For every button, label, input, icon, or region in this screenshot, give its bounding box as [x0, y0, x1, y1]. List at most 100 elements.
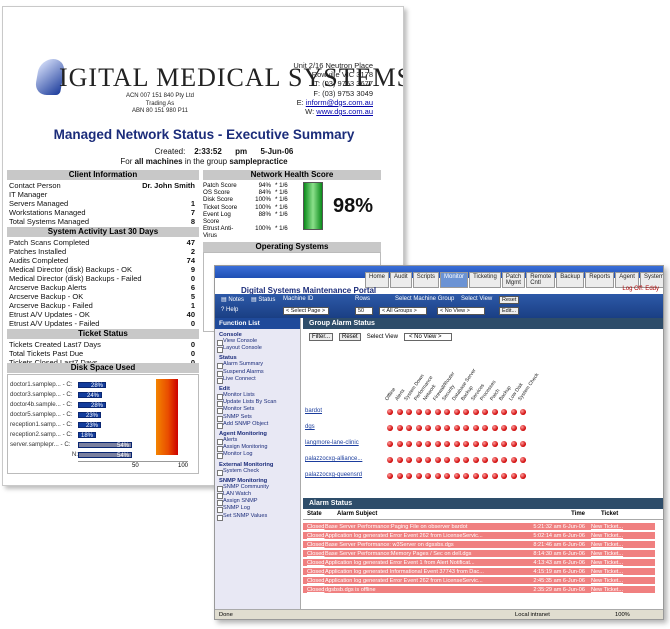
alarm-dot-icon[interactable]: [396, 441, 403, 447]
alarm-dot-icon[interactable]: [491, 425, 498, 431]
nav-tab-scripts[interactable]: Scripts: [412, 272, 440, 288]
alarm-dot-icon[interactable]: [453, 425, 460, 431]
function-item[interactable]: Monitor Log: [215, 451, 300, 460]
rows-dropdown[interactable]: 50: [355, 307, 373, 315]
new-ticket-link[interactable]: New Ticket...: [585, 559, 645, 566]
alarm-row[interactable]: Closed Base Server Performance: w3Server …: [303, 541, 655, 549]
alarm-dot-icon[interactable]: [387, 441, 393, 447]
alarm-dot-icon[interactable]: [425, 425, 431, 431]
alarm-dot-icon[interactable]: [453, 441, 460, 447]
machine-group-dropdown[interactable]: < All Groups >: [379, 307, 427, 315]
function-item[interactable]: Alerts: [215, 437, 300, 446]
alarm-dot-icon[interactable]: [415, 457, 422, 463]
function-item[interactable]: Alarm Summary: [215, 361, 300, 370]
alarm-dot-icon[interactable]: [472, 457, 479, 463]
alarm-dot-icon[interactable]: [396, 409, 403, 415]
alarm-dot-icon[interactable]: [491, 409, 498, 415]
alarm-dot-icon[interactable]: [501, 441, 507, 447]
alarm-dot-icon[interactable]: [434, 425, 441, 431]
alarm-dot-icon[interactable]: [510, 473, 517, 479]
alarm-dot-icon[interactable]: [501, 425, 507, 431]
alarm-state-link[interactable]: Closed: [303, 568, 325, 575]
alarm-dot-icon[interactable]: [415, 425, 422, 431]
alarm-dot-icon[interactable]: [434, 409, 441, 415]
alarm-dot-icon[interactable]: [406, 473, 412, 479]
alarm-dot-icon[interactable]: [453, 473, 460, 479]
nav-tab-backup[interactable]: Backup: [556, 272, 585, 288]
alarm-dot-icon[interactable]: [501, 457, 507, 463]
group-row-link[interactable]: palazzocxg-alliance...: [305, 456, 362, 462]
alarm-dot-icon[interactable]: [482, 457, 488, 463]
alarm-dot-icon[interactable]: [510, 457, 517, 463]
alarm-dot-icon[interactable]: [453, 409, 460, 415]
alarm-dot-icon[interactable]: [520, 425, 526, 431]
alarm-dot-icon[interactable]: [501, 473, 507, 479]
alarm-dot-icon[interactable]: [491, 473, 498, 479]
function-item[interactable]: Assign SNMP: [215, 498, 300, 507]
select-page-dropdown[interactable]: < Select Page >: [283, 307, 329, 315]
alarm-row[interactable]: Closed dgsbsb.dgs is offline 2:35:29 am 6-…: [303, 586, 655, 594]
group-row-link[interactable]: palazzocxg-queensrd: [305, 472, 362, 478]
alarm-state-link[interactable]: Closed: [303, 541, 325, 548]
function-item[interactable]: Update Lists By Scan: [215, 399, 300, 408]
function-item[interactable]: Assign Monitoring: [215, 444, 300, 453]
function-item[interactable]: SNMP Log: [215, 505, 300, 514]
alarm-dot-icon[interactable]: [510, 425, 517, 431]
website-link[interactable]: www.dgs.com.au: [316, 107, 373, 116]
function-item[interactable]: SNMP Community: [215, 484, 300, 493]
alarm-dot-icon[interactable]: [463, 441, 469, 447]
alarm-dot-icon[interactable]: [425, 473, 431, 479]
reset-button[interactable]: Reset: [499, 296, 520, 304]
alarm-row[interactable]: Closed Application log generated Error Ev…: [303, 532, 655, 540]
alarm-dot-icon[interactable]: [415, 409, 422, 415]
alarm-state-link[interactable]: Closed: [303, 523, 325, 530]
alarm-dot-icon[interactable]: [501, 409, 507, 415]
alarm-dot-icon[interactable]: [482, 441, 488, 447]
filter-button[interactable]: Filter...: [309, 333, 334, 341]
alarm-dot-icon[interactable]: [434, 457, 441, 463]
alarm-dot-icon[interactable]: [425, 409, 431, 415]
new-ticket-link[interactable]: New Ticket...: [585, 550, 645, 557]
nav-tab-audit[interactable]: Audit: [390, 272, 412, 288]
nav-tab-remote-cntl[interactable]: Remote Cntl: [526, 272, 556, 288]
function-item[interactable]: LAN Watch: [215, 491, 300, 500]
alarm-row[interactable]: Closed Application log generated Informat…: [303, 568, 655, 576]
function-item[interactable]: System Check: [215, 468, 300, 476]
alarm-dot-icon[interactable]: [444, 441, 450, 447]
nav-tab-monitor[interactable]: Monitor: [440, 272, 469, 288]
function-item[interactable]: SNMP Sets: [215, 414, 300, 422]
alarm-dot-icon[interactable]: [472, 441, 479, 447]
alarm-dot-icon[interactable]: [463, 473, 469, 479]
alarm-dot-icon[interactable]: [510, 441, 517, 447]
alarm-row[interactable]: Closed Application log generated Error Ev…: [303, 559, 655, 567]
alarm-dot-icon[interactable]: [510, 409, 517, 415]
alarm-dot-icon[interactable]: [472, 409, 479, 415]
edit-button[interactable]: Edit...: [499, 307, 520, 315]
function-item[interactable]: Monitor Sets: [215, 406, 300, 415]
alarm-dot-icon[interactable]: [396, 457, 403, 463]
status-button[interactable]: ▤ Status: [251, 296, 275, 303]
alarm-dot-icon[interactable]: [406, 457, 412, 463]
alarm-dot-icon[interactable]: [396, 425, 403, 431]
alarm-dot-icon[interactable]: [482, 409, 488, 415]
alarm-state-link[interactable]: Closed: [303, 586, 325, 593]
notes-button[interactable]: ▤ Notes: [221, 296, 244, 303]
alarm-dot-icon[interactable]: [463, 425, 469, 431]
nav-tab-ticketing[interactable]: Ticketing: [469, 272, 501, 288]
alarm-dot-icon[interactable]: [472, 473, 479, 479]
group-row-link[interactable]: dgs: [305, 424, 315, 430]
alarm-dot-icon[interactable]: [387, 409, 393, 415]
new-ticket-link[interactable]: New Ticket...: [585, 541, 645, 548]
alarm-dot-icon[interactable]: [482, 473, 488, 479]
new-ticket-link[interactable]: New Ticket...: [585, 532, 645, 539]
alarm-dot-icon[interactable]: [425, 441, 431, 447]
alarm-state-link[interactable]: Closed: [303, 532, 325, 539]
new-ticket-link[interactable]: New Ticket...: [585, 577, 645, 584]
alarm-dot-icon[interactable]: [520, 441, 526, 447]
group-row-link[interactable]: langmore-lane-clinic: [305, 440, 359, 446]
group-reset-button[interactable]: Reset: [339, 333, 361, 341]
alarm-dot-icon[interactable]: [482, 425, 488, 431]
alarm-row[interactable]: Closed Base Server Performance:Paging Fil…: [303, 523, 655, 531]
alarm-dot-icon[interactable]: [434, 441, 441, 447]
alarm-dot-icon[interactable]: [491, 457, 498, 463]
